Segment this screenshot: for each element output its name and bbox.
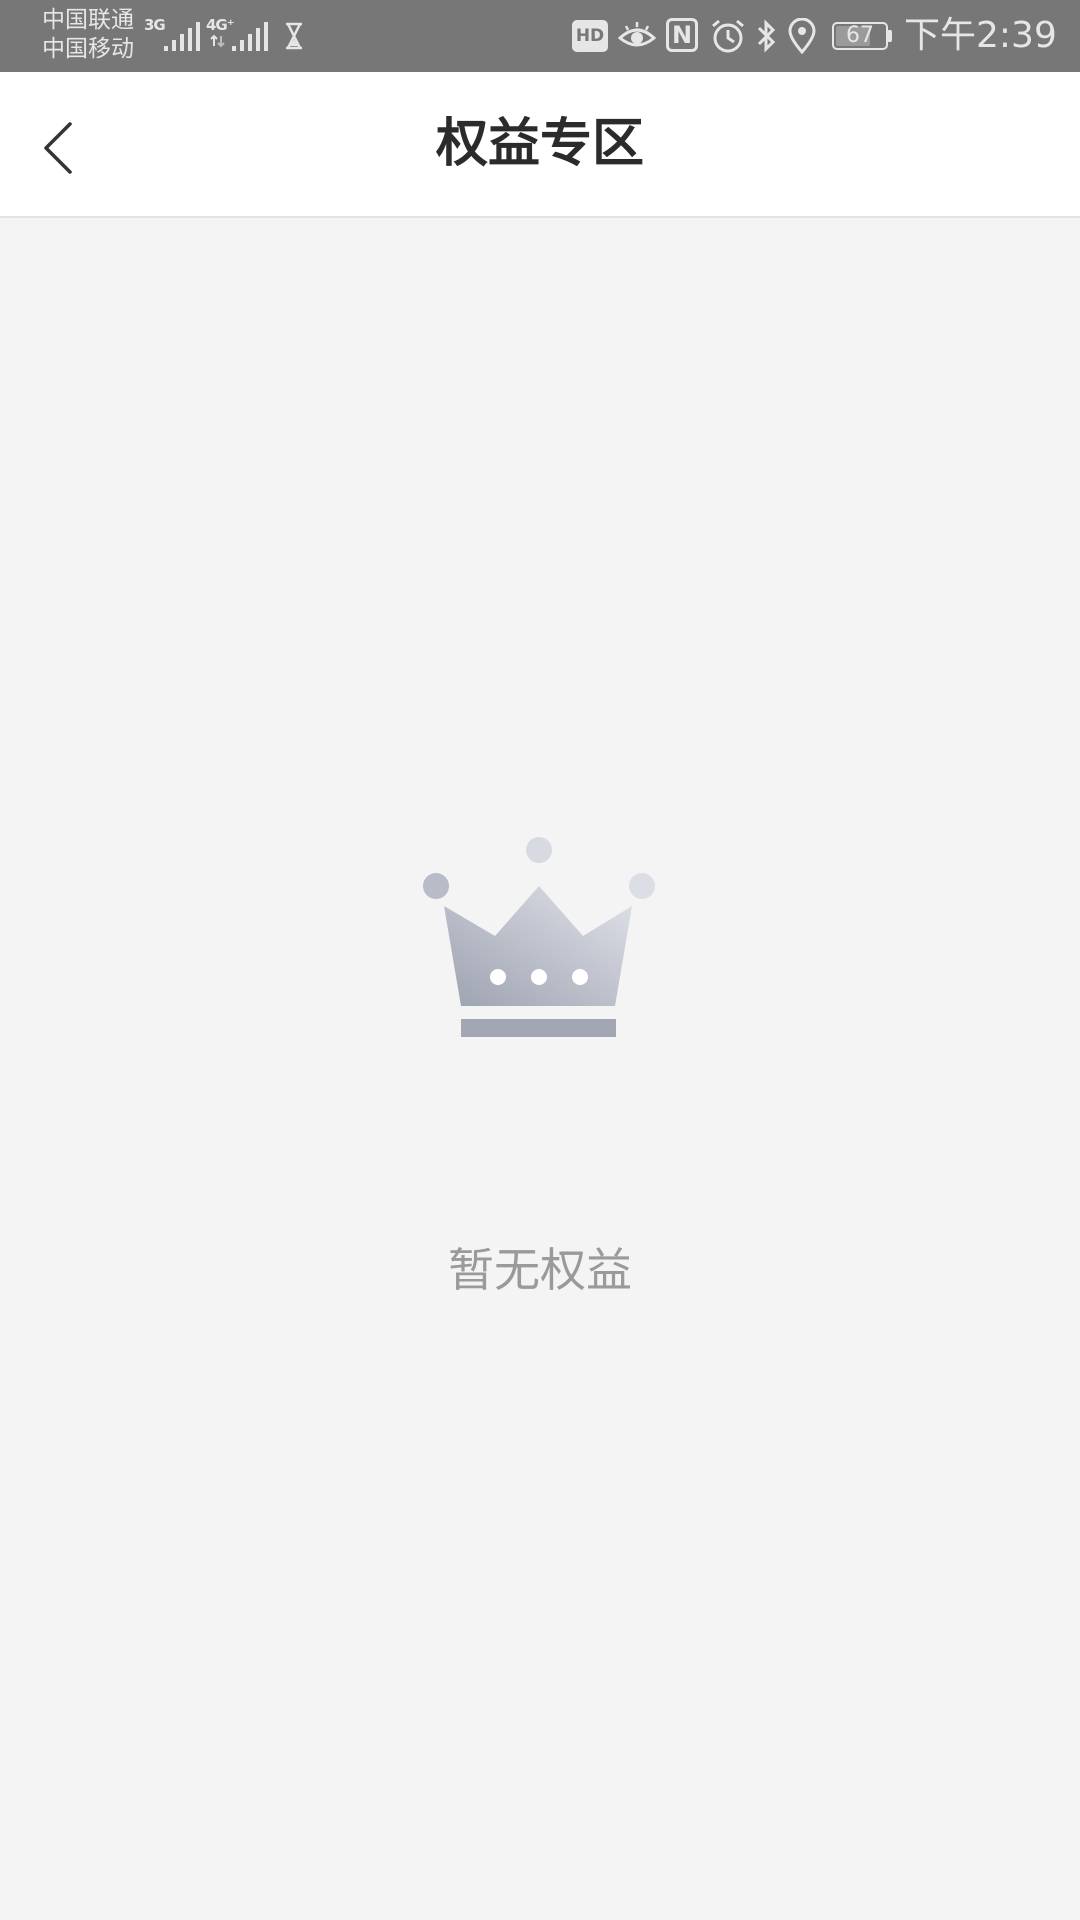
signal-4g: 4G⁺: [206, 14, 268, 54]
battery-level: 67: [846, 23, 874, 48]
back-arrow-icon: [44, 122, 72, 174]
eye-comfort-icon: [618, 22, 656, 47]
battery-tip: [888, 30, 892, 42]
carrier-2: 中国移动: [42, 36, 134, 62]
status-bar: 中国联通 中国移动 3G 4G⁺ HD N 67 下午2:39: [0, 0, 1080, 72]
battery-icon: 67: [832, 22, 888, 50]
alarm-icon: [712, 19, 744, 53]
content-area: 暂无权益: [0, 218, 1080, 1920]
hd-icon: HD: [572, 20, 608, 52]
empty-state-message: 暂无权益: [448, 1243, 632, 1297]
clock: 下午2:39: [904, 15, 1057, 56]
page-title: 权益专区: [435, 114, 644, 174]
carrier-1: 中国联通: [42, 7, 134, 33]
hourglass-icon: [285, 22, 303, 50]
location-icon: [788, 18, 816, 54]
crown-icon: [423, 837, 655, 1037]
bluetooth-icon: [757, 19, 776, 53]
data-arrows-icon: [210, 34, 225, 48]
signal-bars-icon: [232, 22, 268, 51]
back-button[interactable]: [30, 112, 90, 182]
header-bar: 权益专区: [0, 72, 1080, 218]
signal-3g: 3G: [144, 14, 200, 54]
signal-bars-icon: [164, 22, 200, 51]
nfc-icon: N: [666, 18, 698, 52]
carrier-names: 中国联通 中国移动: [42, 6, 134, 64]
